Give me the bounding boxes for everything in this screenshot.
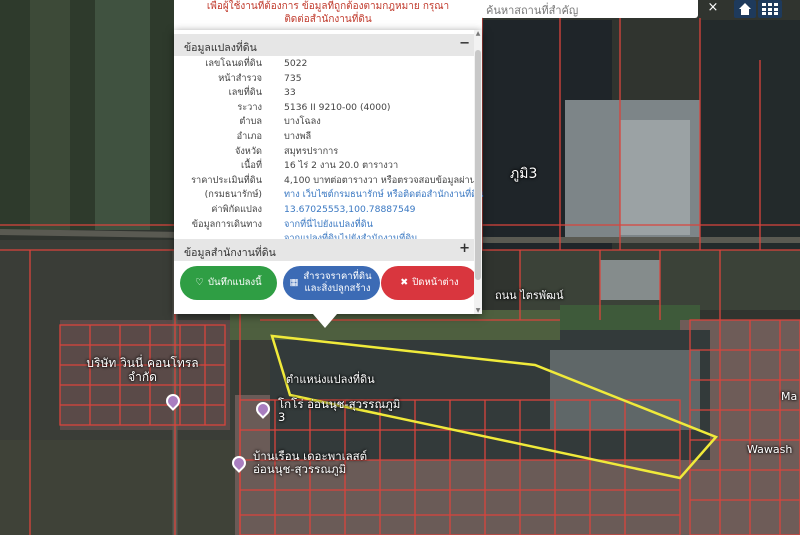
detail-value: 5022 [284, 58, 308, 69]
detail-row: (กรมธนารักษ์) ทาง เว็บไซต์กรมธนารักษ์ หรื… [174, 188, 484, 202]
grid-icon [762, 3, 778, 15]
detail-row: ราคาประเมินที่ดิน 4,100 บาทต่อตารางวา หรื… [174, 174, 476, 188]
detail-label: ค่าพิกัดแปลง [211, 204, 262, 215]
detail-value[interactable]: จากที่นี่ไปยังแปลงที่ดิน [284, 218, 373, 232]
popup-scrollbar[interactable]: ▲ ▼ [474, 30, 482, 314]
detail-label: ตำบล [239, 116, 262, 128]
edge-label-2: Ma [781, 390, 798, 403]
detail-label: ราคาประเมินที่ดิน [191, 174, 262, 186]
notice-line-2: ติดต่อสำนักงานที่ดิน [284, 14, 372, 25]
close-window-button[interactable]: ✖ ปิดหน้าต่าง [381, 266, 478, 300]
legal-notice: เพื่อผู้ใช้งานที่ต้องการ ข้อมูลที่ถูกต้อ… [174, 0, 482, 30]
detail-value: บางพลี [284, 131, 312, 142]
scroll-up-icon[interactable]: ▲ [474, 30, 482, 37]
land-office-title: ข้อมูลสำนักงานที่ดิน [184, 247, 276, 259]
detail-value: 735 [284, 72, 302, 84]
parcel-info-title: ข้อมูลแปลงที่ดิน [184, 42, 257, 54]
collapse-icon[interactable]: − [459, 36, 470, 51]
heart-icon: ♡ [195, 277, 204, 288]
poi-label-company: บริษัท วินนี่ คอนโทรล จำกัด [86, 356, 199, 384]
detail-value: 16 ไร่ 2 งาน 20.0 ตารางวา [284, 160, 399, 172]
detail-label: จังหวัด [234, 145, 262, 157]
notice-line-1: เพื่อผู้ใช้งานที่ต้องการ ข้อมูลที่ถูกต้อ… [206, 1, 450, 12]
detail-label: เลขโฉนดที่ดิน [205, 58, 262, 69]
area-label: ภูมิ3 [510, 166, 538, 182]
close-icon: ✖ [400, 277, 409, 288]
popup-pointer [313, 314, 337, 328]
save-parcel-button[interactable]: ♡ บันทึกแปลงนี้ [180, 266, 277, 300]
grid-button[interactable] [758, 0, 782, 18]
detail-row: อำเภอ บางพลี [174, 130, 474, 144]
detail-row: ตำบล บางโฉลง [174, 115, 474, 129]
detail-value: บางโฉลง [284, 116, 321, 128]
detail-value[interactable]: 13.67025553,100.78887549 [284, 203, 416, 217]
detail-value: 5136 II 9210-00 (4000) [284, 101, 391, 113]
detail-row: ระวาง 5136 II 9210-00 (4000) [174, 101, 474, 115]
search-input[interactable]: ค้นหาสถานที่สำคัญ [480, 0, 698, 18]
detail-row: จังหวัด สมุทรปราการ [174, 145, 474, 159]
detail-row: เลขโฉนดที่ดิน 5022 [174, 57, 474, 71]
poi-label-condo-1: โกโร่ อ่อนนุช-สุวรรณภูมิ 3 [278, 397, 401, 424]
parcel-info-header[interactable]: ข้อมูลแปลงที่ดิน − [174, 34, 474, 56]
scroll-thumb[interactable] [475, 50, 481, 280]
detail-value[interactable]: ทาง เว็บไซต์กรมธนารักษ์ หรือติดต่อสำนักง… [284, 188, 483, 202]
parcel-location-label: ตำแหน่งแปลงที่ดิน [286, 373, 375, 386]
home-button[interactable] [734, 0, 756, 18]
poi-label-condo-2: บ้านเรือน เดอะพาเลสต์ อ่อนนุช-สุวรรณภูมิ [253, 449, 368, 476]
detail-value: 4,100 บาทต่อตารางวา หรือตรวจสอบข้อมูลผ่า… [284, 174, 476, 186]
road-label: ถนน ไตรพัฒน์ [495, 289, 564, 302]
edge-label-1: Wawash [747, 443, 793, 456]
detail-value: สมุทรปราการ [284, 145, 339, 157]
land-price-label: สำรวจราคาที่ดินและสิ่งปลูกสร้าง [303, 271, 372, 294]
detail-label: อำเภอ [236, 131, 262, 142]
expand-icon[interactable]: + [459, 241, 470, 256]
detail-label: หน้าสำรวจ [218, 72, 262, 84]
detail-row: ข้อมูลการเดินทาง จากที่นี่ไปยังแปลงที่ดิน [174, 218, 474, 232]
house-icon [739, 3, 751, 15]
detail-label: เนื้อที่ [241, 160, 262, 172]
save-parcel-label: บันทึกแปลงนี้ [207, 277, 262, 288]
list-icon: ▦ [289, 277, 299, 288]
land-price-button[interactable]: ▦ สำรวจราคาที่ดินและสิ่งปลูกสร้าง [283, 266, 380, 300]
detail-row: ค่าพิกัดแปลง 13.67025553,100.78887549 [174, 203, 474, 217]
detail-label: (กรมธนารักษ์) [204, 189, 262, 201]
detail-row: เลขที่ดิน 33 [174, 86, 474, 100]
land-office-header[interactable]: ข้อมูลสำนักงานที่ดิน + [174, 239, 474, 261]
search-clear-button[interactable]: × [702, 0, 724, 16]
detail-label: เลขที่ดิน [228, 87, 262, 99]
detail-value: 33 [284, 87, 296, 99]
close-window-label: ปิดหน้าต่าง [412, 277, 459, 288]
detail-row: หน้าสำรวจ 735 [174, 72, 474, 86]
detail-label: ระวาง [237, 101, 262, 113]
parcel-info-popup: ข้อมูลแปลงที่ดิน − เลขโฉนดที่ดิน 5022 หน้า… [174, 30, 484, 314]
detail-label: ข้อมูลการเดินทาง [191, 218, 262, 230]
detail-row: เนื้อที่ 16 ไร่ 2 งาน 20.0 ตารางวา [174, 159, 474, 173]
scroll-down-icon[interactable]: ▼ [474, 307, 482, 314]
